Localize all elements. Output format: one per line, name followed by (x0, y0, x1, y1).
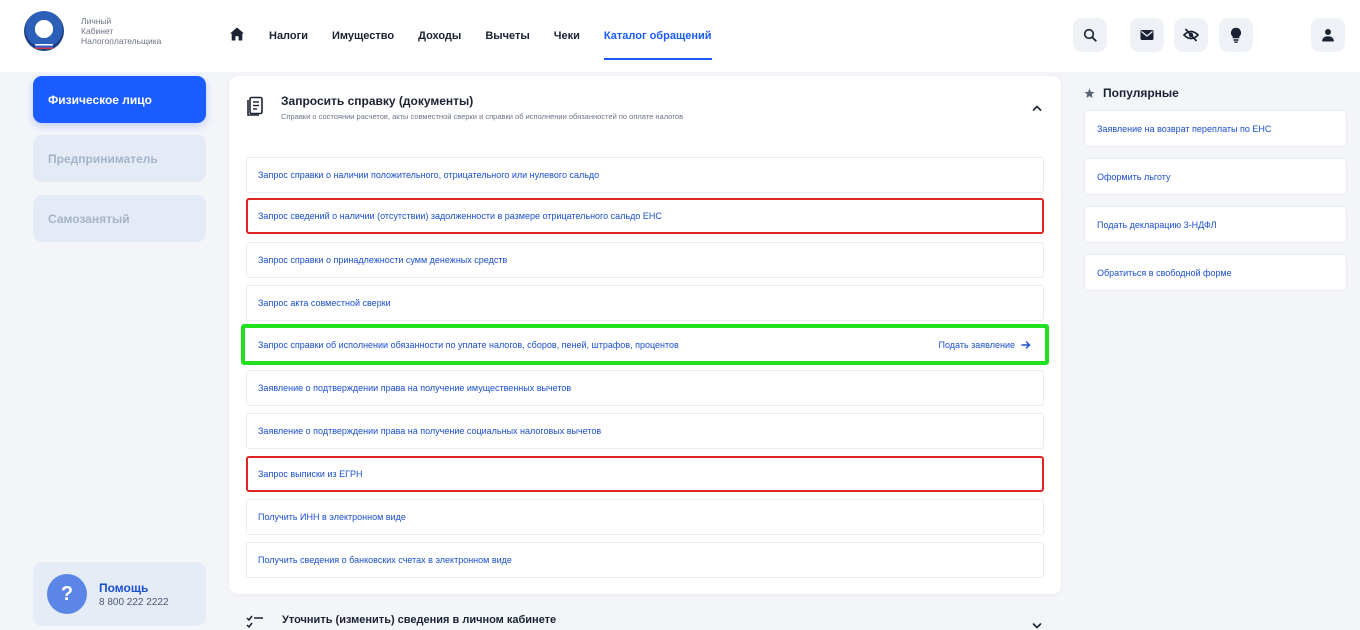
home-icon[interactable] (229, 26, 245, 42)
help-phone: 8 800 222 2222 (99, 596, 169, 608)
request-row-label: Запрос справки об исполнении обязанности… (258, 339, 679, 350)
nav-taxes[interactable]: Налоги (269, 0, 308, 72)
request-row-reconciliation-act[interactable]: Запрос акта совместной сверки (246, 285, 1044, 321)
messages-button[interactable] (1130, 18, 1164, 52)
lightbulb-icon (1230, 27, 1242, 43)
help-title: Помощь (99, 580, 149, 595)
request-row-obligation-fulfillment[interactable]: Запрос справки об исполнении обязанности… (241, 324, 1049, 365)
nav-deductions[interactable]: Вычеты (485, 0, 529, 72)
brand-logo[interactable]: Личный Кабинет Налогоплательщика (24, 11, 161, 51)
brand-text: Личный Кабинет Налогоплательщика (81, 16, 161, 46)
request-row-property-deduction[interactable]: Заявление о подтверждении права на получ… (246, 370, 1044, 406)
help-question-icon: ? (47, 567, 90, 614)
star-icon (1084, 88, 1095, 98)
edit-checklist-icon (246, 615, 263, 629)
nav-request-catalog[interactable]: Каталог обращений (603, 0, 712, 72)
popular-item-free-form[interactable]: Обратиться в свободной форме (1084, 254, 1347, 291)
popular-item-3ndfl[interactable]: Подать декларацию 3-НДФЛ (1084, 206, 1347, 243)
eye-off-icon (1183, 28, 1199, 42)
nav-receipts[interactable]: Чеки (554, 0, 580, 72)
top-header: Личный Кабинет Налогоплательщика Налоги … (0, 0, 1360, 72)
request-row-bank-accounts[interactable]: Получить сведения о банковских счетах в … (246, 542, 1044, 578)
request-row-balance-certificate[interactable]: Запрос справки о наличии положительного,… (246, 157, 1044, 193)
brand-line-1: Личный (81, 16, 112, 26)
request-row-funds-ownership[interactable]: Запрос справки о принадлежности сумм ден… (246, 242, 1044, 278)
section-subtitle: Справки о состоянии расчетов, акты совме… (281, 112, 684, 121)
profile-button[interactable] (1311, 18, 1345, 52)
popular-header: Популярные (1084, 86, 1179, 100)
request-row-inn-electronic[interactable]: Получить ИНН в электронном виде (246, 499, 1044, 535)
submit-application-label: Подать заявление (938, 339, 1016, 350)
search-button[interactable] (1073, 18, 1107, 52)
user-icon (1322, 29, 1334, 42)
popular-item-benefit[interactable]: Оформить льготу (1084, 158, 1347, 195)
brand-line-3: Налогоплательщика (81, 36, 162, 46)
popular-title: Популярные (1103, 86, 1179, 100)
tips-button[interactable] (1219, 18, 1253, 52)
search-icon (1083, 28, 1097, 42)
request-row-debt-info[interactable]: Запрос сведений о наличии (отсутствии) з… (246, 198, 1044, 234)
nav-income[interactable]: Доходы (418, 0, 461, 72)
arrow-right-icon (1021, 340, 1031, 349)
submit-application-link[interactable]: Подать заявление (939, 340, 1032, 350)
request-row-egrn-extract[interactable]: Запрос выписки из ЕГРН (246, 456, 1044, 492)
sidebar-item-individual[interactable]: Физическое лицо (33, 76, 206, 123)
sidebar-item-self-employed[interactable]: Самозанятый (33, 195, 206, 242)
chevron-up-icon[interactable] (1031, 102, 1043, 114)
chevron-down-icon[interactable] (1031, 620, 1043, 630)
section-title: Запросить справку (документы) (281, 94, 474, 108)
next-section-title[interactable]: Уточнить (изменить) сведения в личном ка… (282, 614, 556, 626)
main-nav: Налоги Имущество Доходы Вычеты Чеки Ката… (229, 0, 736, 72)
mail-icon (1140, 30, 1154, 40)
request-row-social-deduction[interactable]: Заявление о подтверждении права на получ… (246, 413, 1044, 449)
document-stack-icon (247, 96, 263, 116)
brand-line-2: Кабинет (81, 26, 114, 36)
nav-property[interactable]: Имущество (332, 0, 394, 72)
fns-emblem-icon (24, 11, 64, 51)
help-card[interactable]: ? Помощь 8 800 222 2222 (33, 562, 206, 626)
popular-item-ens-refund[interactable]: Заявление на возврат переплаты по ЕНС (1084, 110, 1347, 147)
visibility-toggle-button[interactable] (1174, 18, 1208, 52)
sidebar-item-entrepreneur[interactable]: Предприниматель (33, 135, 206, 182)
